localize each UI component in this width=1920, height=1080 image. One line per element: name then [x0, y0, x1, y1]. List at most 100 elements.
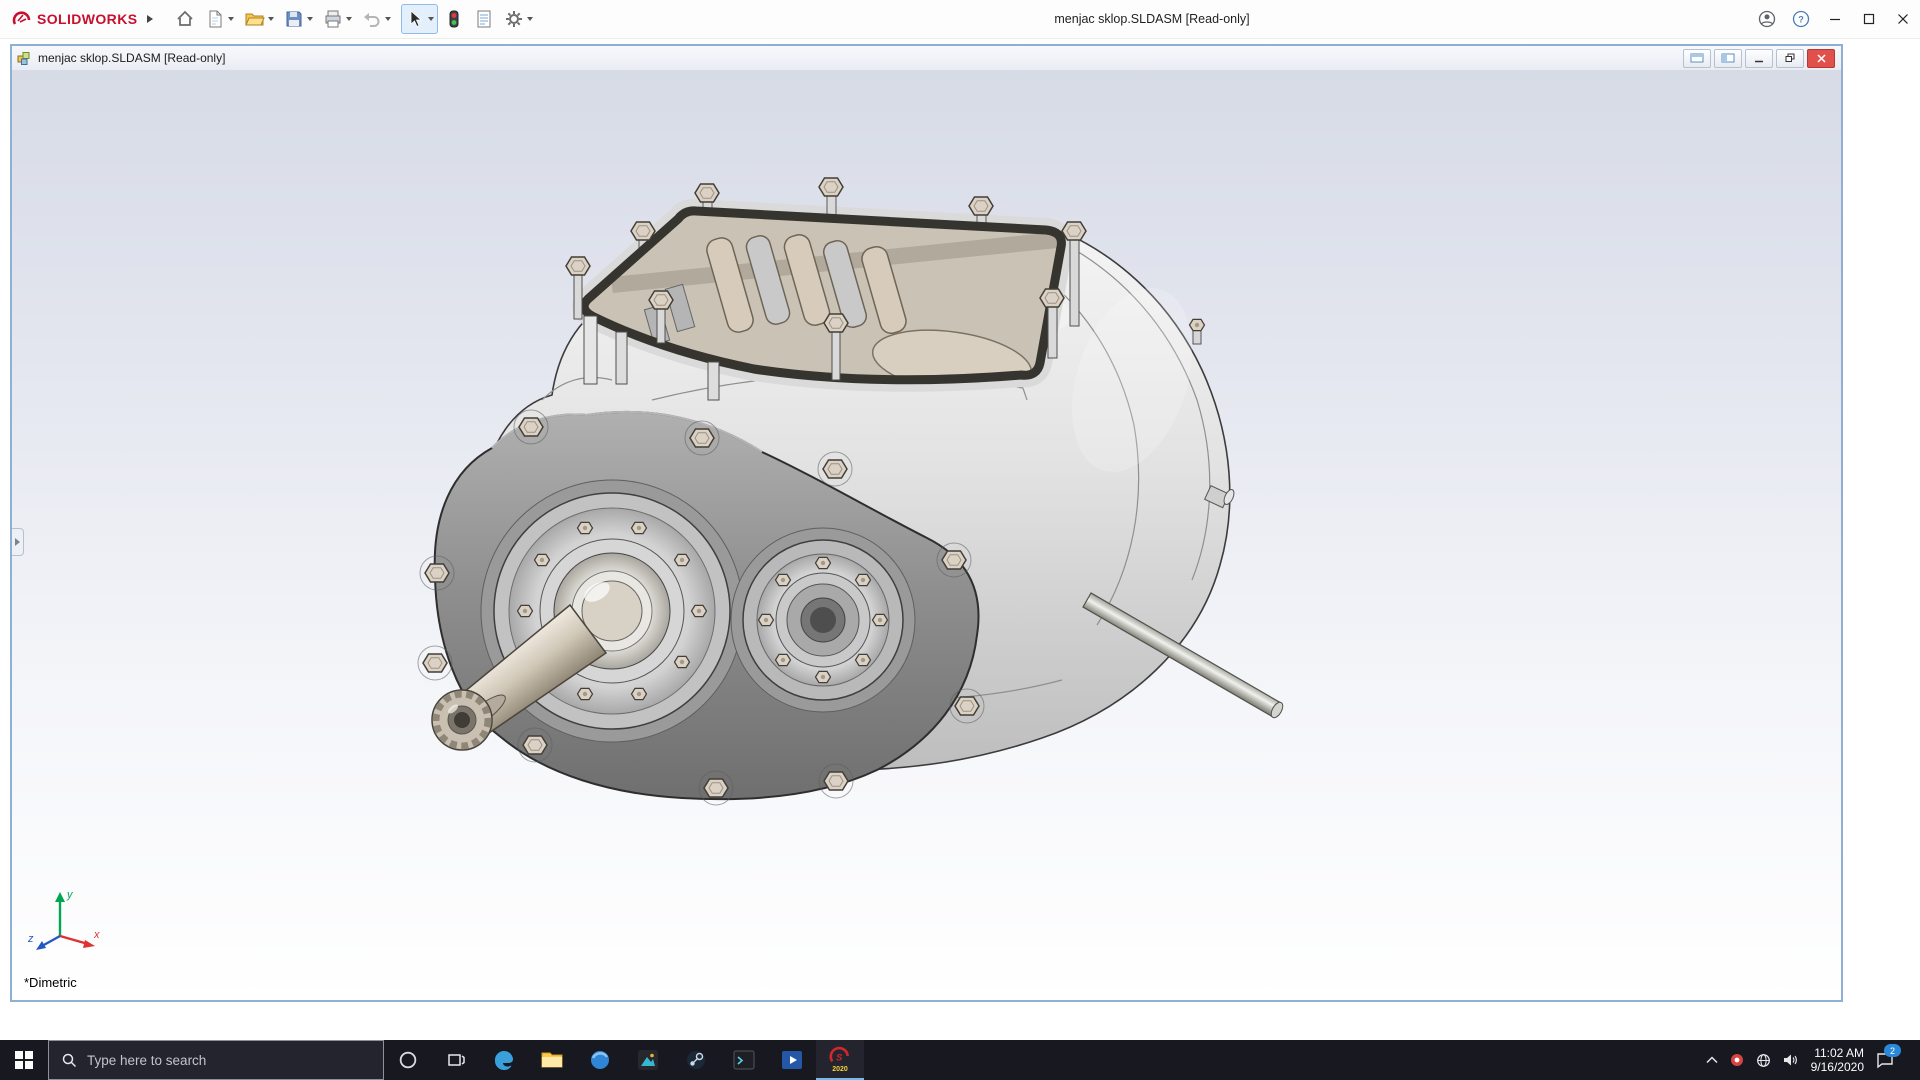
window-split-icon — [1721, 53, 1735, 63]
document-title: menjac sklop.SLDASM [Read-only] — [38, 51, 226, 65]
chevron-right-icon — [15, 538, 20, 546]
help-button[interactable]: ? — [1784, 0, 1818, 38]
file-properties-icon — [477, 10, 491, 28]
feature-tree-flyout-tab[interactable] — [12, 528, 24, 556]
clock-date: 9/16/2020 — [1810, 1060, 1864, 1074]
svg-text:z: z — [27, 933, 34, 945]
svg-text:S: S — [836, 1052, 843, 1062]
taskbar-app-steam[interactable] — [672, 1040, 720, 1080]
action-center-button[interactable]: 2 — [1876, 1044, 1901, 1069]
search-icon — [62, 1053, 77, 1068]
dropdown-caret-icon[interactable] — [307, 17, 314, 21]
dropdown-caret-icon[interactable] — [346, 17, 353, 21]
save-icon — [286, 11, 302, 27]
open-button[interactable] — [240, 4, 278, 34]
open-folder-icon — [245, 13, 266, 26]
doc-close-button[interactable] — [1807, 48, 1835, 68]
save-button[interactable] — [280, 4, 317, 34]
taskbar-app-edge[interactable] — [480, 1040, 528, 1080]
window-title: menjac sklop.SLDASM [Read-only] — [1054, 12, 1250, 26]
print-button[interactable] — [319, 4, 356, 34]
taskbar-app-terminal[interactable] — [720, 1040, 768, 1080]
close-icon — [1898, 14, 1908, 24]
task-view-button[interactable] — [432, 1040, 480, 1080]
rebuild-traffic-light-icon — [449, 10, 459, 28]
taskbar-app-photos[interactable] — [624, 1040, 672, 1080]
solidworks-logo-icon — [12, 11, 31, 25]
home-button[interactable] — [171, 4, 199, 34]
taskbar-app-file-explorer[interactable] — [528, 1040, 576, 1080]
home-icon — [177, 10, 194, 26]
volume-button[interactable] — [1783, 1053, 1799, 1067]
doc-restore-button[interactable] — [1776, 48, 1804, 68]
brand-label: SOLIDWORKS — [37, 11, 138, 27]
taskbar-app-movies[interactable] — [768, 1040, 816, 1080]
file-explorer-icon — [541, 1052, 563, 1068]
browser-icon — [591, 1051, 609, 1069]
photos-icon — [638, 1050, 658, 1070]
chevron-up-icon — [1706, 1056, 1718, 1064]
tray-app-button[interactable] — [1730, 1053, 1744, 1067]
start-button[interactable] — [0, 1040, 48, 1080]
tray-expand-button[interactable] — [1706, 1056, 1718, 1064]
solidworks-icon: S — [829, 1046, 849, 1062]
speaker-icon — [1783, 1054, 1797, 1066]
clock-time: 11:02 AM — [1814, 1046, 1864, 1060]
network-button[interactable] — [1756, 1053, 1771, 1068]
gearbox-model[interactable] — [12, 70, 1841, 1000]
select-tool-button[interactable] — [401, 4, 439, 34]
document-window: menjac sklop.SLDASM [Read-only] y x z *D… — [10, 44, 1843, 1002]
maximize-button[interactable] — [1852, 0, 1886, 38]
cortana-button[interactable] — [384, 1040, 432, 1080]
window-layout-button-1[interactable] — [1683, 48, 1711, 68]
print-icon — [325, 10, 341, 28]
menu-expand-arrow[interactable] — [143, 12, 157, 26]
maximize-icon — [1863, 13, 1875, 25]
graphics-viewport[interactable]: y x z *Dimetric — [12, 70, 1841, 1000]
mdi-background: menjac sklop.SLDASM [Read-only] y x z *D… — [0, 38, 1920, 1040]
movies-icon — [782, 1051, 802, 1069]
document-titlebar[interactable]: menjac sklop.SLDASM [Read-only] — [12, 46, 1841, 71]
dropdown-caret-icon[interactable] — [428, 17, 435, 21]
svg-text:x: x — [93, 929, 100, 941]
rebuild-button[interactable] — [440, 4, 468, 34]
doc-minimize-button[interactable] — [1745, 48, 1773, 68]
options-button[interactable] — [500, 4, 537, 34]
window-layout-button-2[interactable] — [1714, 48, 1742, 68]
file-properties-button[interactable] — [470, 4, 498, 34]
help-icon: ? — [1792, 10, 1810, 28]
taskbar-app-browser[interactable] — [576, 1040, 624, 1080]
account-icon — [1758, 10, 1776, 28]
taskbar-app-solidworks[interactable]: S 2020 — [816, 1040, 864, 1080]
cortana-icon — [399, 1051, 417, 1069]
close-icon — [1816, 53, 1826, 63]
close-button[interactable] — [1886, 0, 1920, 38]
minimize-button[interactable] — [1818, 0, 1852, 38]
dropdown-caret-icon[interactable] — [527, 17, 534, 21]
terminal-icon — [733, 1050, 755, 1070]
taskbar-clock[interactable]: 11:02 AM 9/16/2020 — [1811, 1046, 1864, 1074]
notification-badge: 2 — [1884, 1044, 1901, 1057]
dropdown-caret-icon[interactable] — [228, 17, 235, 21]
steam-icon — [687, 1051, 705, 1069]
window-layout-icon — [1690, 53, 1704, 63]
undo-button[interactable] — [358, 4, 395, 34]
solidworks-year-badge: 2020 — [832, 1065, 848, 1073]
restore-icon — [1785, 53, 1795, 62]
task-view-icon — [448, 1054, 465, 1066]
app-titlebar: SOLIDWORKS menjac sklop.SLDASM [Read-onl… — [0, 0, 1920, 39]
options-gear-icon — [506, 11, 523, 27]
windows-logo-icon — [15, 1051, 33, 1069]
dropdown-caret-icon[interactable] — [268, 17, 275, 21]
new-document-button[interactable] — [201, 4, 238, 34]
dropdown-caret-icon[interactable] — [385, 17, 392, 21]
tray-app-icon — [1730, 1054, 1743, 1066]
minimize-icon — [1830, 18, 1840, 21]
taskbar-search[interactable]: Type here to search — [48, 1040, 384, 1080]
view-orientation-label: *Dimetric — [24, 975, 77, 990]
windows-taskbar: Type here to search S 2020 11:02 AM 9/16… — [0, 1040, 1920, 1080]
account-button[interactable] — [1750, 0, 1784, 38]
new-document-icon — [209, 10, 222, 28]
minimize-icon — [1755, 60, 1763, 62]
edge-icon — [494, 1050, 513, 1071]
